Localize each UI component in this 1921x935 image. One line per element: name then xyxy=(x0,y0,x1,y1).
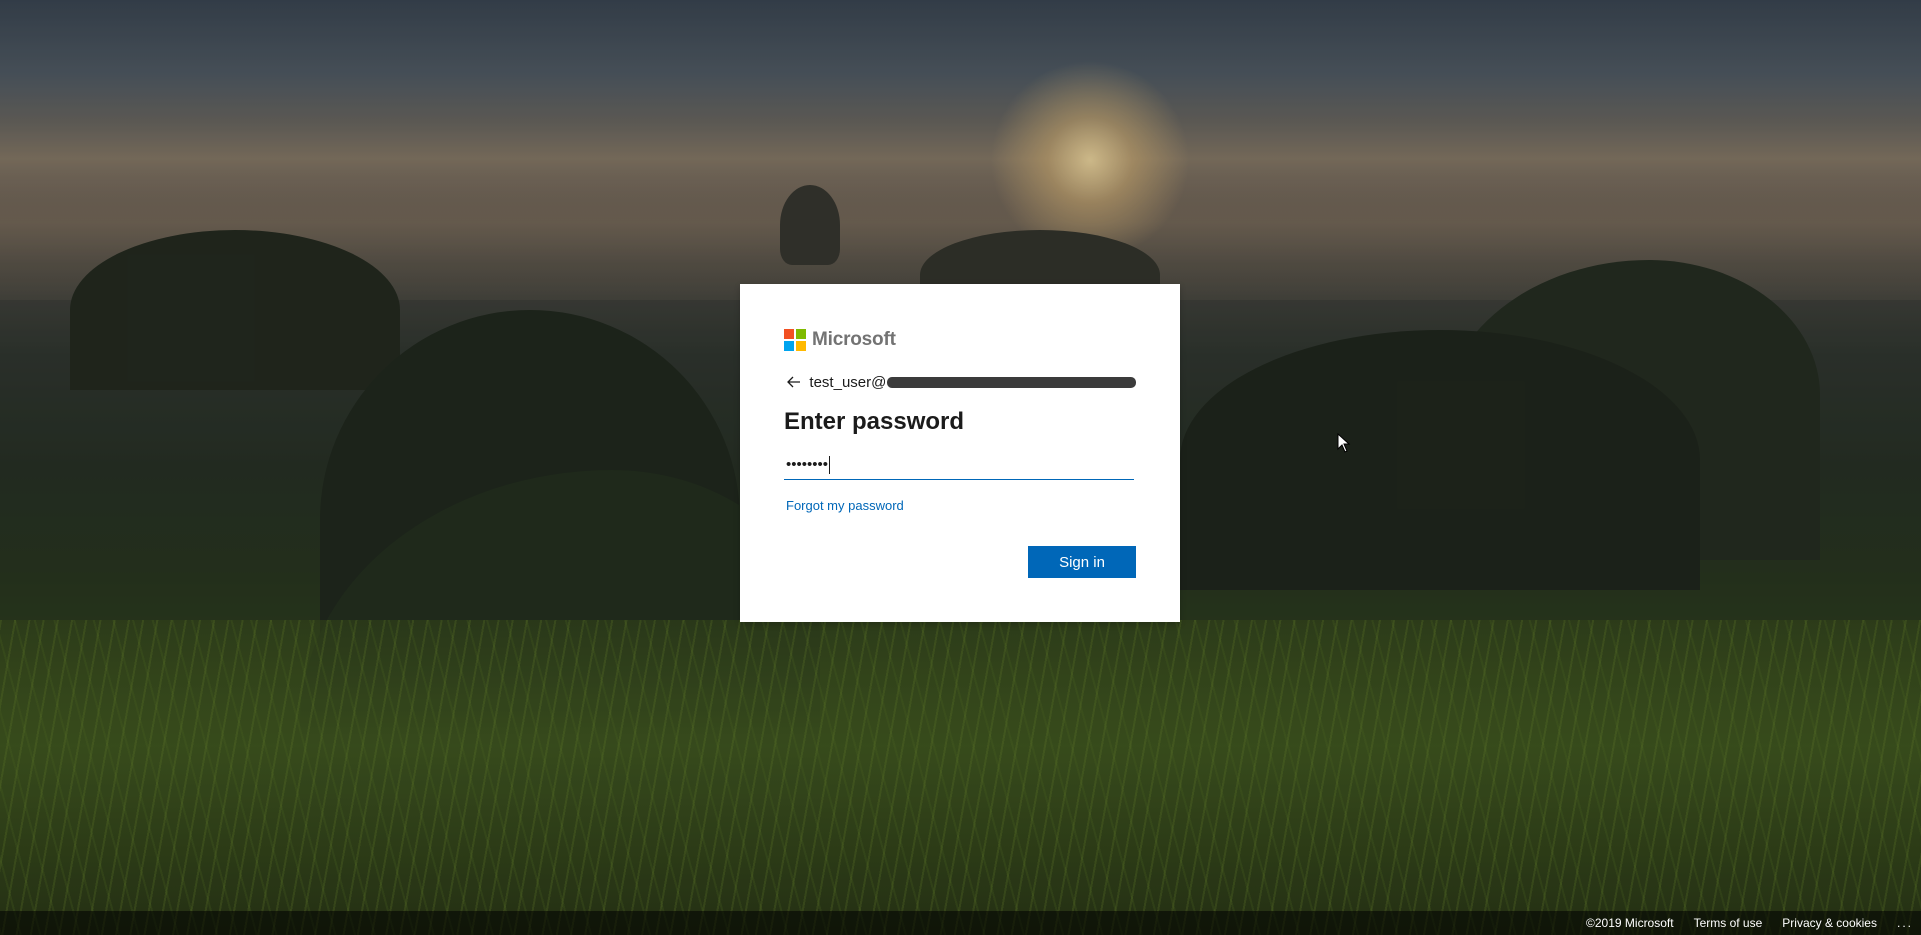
redacted-email-bar xyxy=(887,376,1136,388)
password-input[interactable]: •••••••• xyxy=(784,450,1134,480)
arrow-left-icon[interactable] xyxy=(784,372,803,392)
terms-of-use-link[interactable]: Terms of use xyxy=(1694,916,1763,930)
privacy-cookies-link[interactable]: Privacy & cookies xyxy=(1782,916,1877,930)
copyright-text: ©2019 Microsoft xyxy=(1586,916,1674,930)
page-footer: ©2019 Microsoft Terms of use Privacy & c… xyxy=(0,911,1921,935)
text-caret xyxy=(829,455,831,474)
actions-row: Sign in xyxy=(1028,546,1136,578)
brand-name: Microsoft xyxy=(812,329,896,350)
microsoft-logo-icon xyxy=(784,329,806,351)
password-masked-value: •••••••• xyxy=(786,456,829,473)
sign-in-card: Microsoft test_user@ Enter password ••••… xyxy=(740,284,1180,622)
identity-banner: test_user@ xyxy=(784,372,1136,392)
brand-logo: Microsoft xyxy=(784,328,1136,352)
page-title: Enter password xyxy=(784,408,965,435)
identity-email: test_user@ xyxy=(809,373,887,391)
more-options-icon[interactable]: ... xyxy=(1897,916,1913,930)
sign-in-button[interactable]: Sign in xyxy=(1028,546,1136,578)
forgot-password-link[interactable]: Forgot my password xyxy=(784,498,904,513)
